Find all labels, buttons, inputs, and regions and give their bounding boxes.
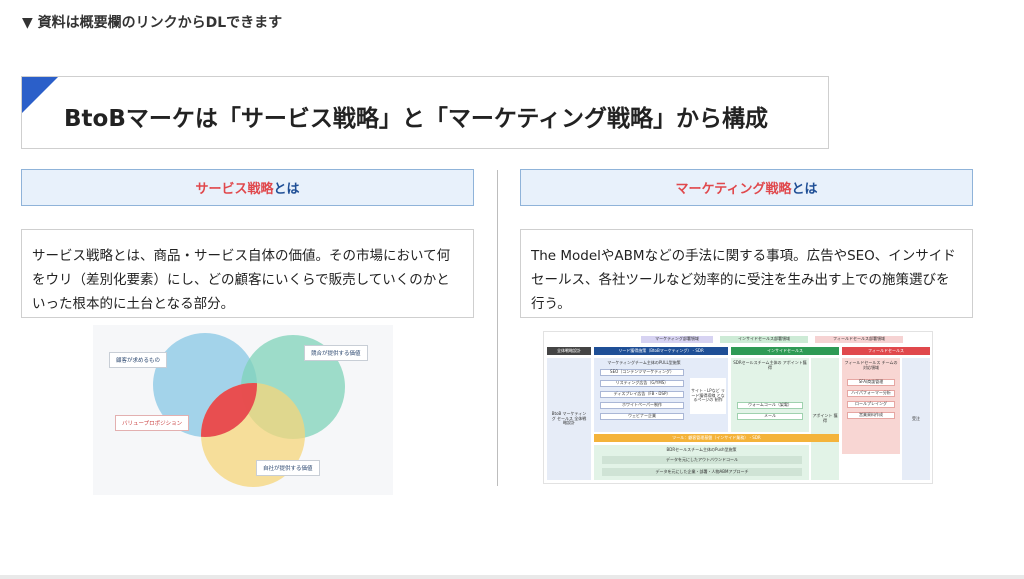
tag-own: 自社が提供する価値 [256, 460, 320, 476]
appoint-cell: アポイント 獲得 [811, 358, 839, 480]
header-red-text: マーケティング戦略 [675, 182, 792, 197]
inside-head: SDRセールスチーム主体の アポイント獲得 [733, 360, 807, 370]
marketing-strategy-description: The ModelやABMなどの手法に関する事項。広告やSEO、インサイドセール… [520, 229, 973, 318]
service-strategy-header: サービス戦略 とは [21, 169, 474, 206]
field-item: ロールプレイング [847, 401, 895, 408]
tools-bar: ツール：顧客管理基盤（インサイド業務） - SDR [594, 434, 839, 442]
pull-item: SEO（コンテンツマーケティング） [600, 369, 684, 376]
inside-item: メール [737, 413, 803, 420]
col-head-lead: リード獲得施策（BtoBマーケティング） - SDR [594, 347, 728, 355]
tab-inside-sales: インサイドセールス部署領域 [720, 336, 808, 343]
title-box: BtoBマーケは「サービス戦略」と「マーケティング戦略」から構成 [21, 76, 829, 149]
tab-field-sales: フィールドセールス部署領域 [815, 336, 903, 343]
marketing-diagram: マーケティング部署領域 インサイドセールス部署領域 フィールドセールス部署領域 … [543, 331, 933, 484]
header-blue-text: とは [791, 182, 818, 197]
pull-item: リスティング広告（G/YMS） [600, 380, 684, 387]
tag-customer: 顧客が求めるもの [109, 352, 168, 368]
abm-item: データを元にした企業・部署・人物ABMアプローチ [602, 468, 802, 476]
abm-head: BDRセールスチーム主体のPush型施策 [666, 446, 737, 452]
corner-accent [22, 77, 58, 113]
top-note: ▼ 資料は概要欄のリンクからDLできます [22, 15, 283, 31]
col-head-field: フィールドセールス [842, 347, 930, 355]
pull-head: マーケティングチーム主体のPULL型施策 [607, 359, 681, 365]
abm-item: データを元にしたアウトバウンドコール [602, 456, 802, 464]
overall-strategy-cell: BtoB マーケティング セールス 全体戦略設計 [547, 358, 591, 480]
tag-competitor: 競合が提供する価値 [304, 345, 368, 361]
col-head-overall: 全体戦略設計 [547, 347, 591, 355]
marketing-strategy-header: マーケティング戦略 とは [520, 169, 973, 206]
order-cell: 受注 [902, 358, 930, 480]
bottom-strip [0, 575, 1024, 579]
site-note: サイト・LPなど リード獲得導線 となるページの 制作 [690, 378, 726, 414]
column-divider [497, 170, 498, 486]
inside-item: ウォームコール（架電） [737, 402, 803, 409]
field-item: ハイパフォーマー分析 [847, 390, 895, 397]
pull-item: ディスプレイ広告（FB・DSP） [600, 391, 684, 398]
service-strategy-description: サービス戦略とは、商品・サービス自体の価値。その市場において何をウリ（差別化要素… [21, 229, 474, 318]
pull-item: ウェビナー企業 [600, 413, 684, 420]
field-item: 営業資料作成 [847, 412, 895, 419]
field-item: SFA/商談管理 [847, 379, 895, 386]
field-head: フィールドセールス チームの対応領域 [844, 360, 898, 370]
header-blue-text: とは [273, 182, 300, 197]
tab-marketing: マーケティング部署領域 [641, 336, 713, 343]
tag-value-proposition: バリュープロポジション [115, 415, 190, 431]
header-red-text: サービス戦略 [195, 182, 274, 197]
pull-item: ホワイトペーパー制作 [600, 402, 684, 409]
venn-diagram: 顧客が求めるもの 競合が提供する価値 バリュープロポジション 自社が提供する価値 [93, 325, 393, 495]
page-title: BtoBマーケは「サービス戦略」と「マーケティング戦略」から構成 [64, 106, 769, 132]
col-head-inside: インサイドセールス [731, 347, 839, 355]
